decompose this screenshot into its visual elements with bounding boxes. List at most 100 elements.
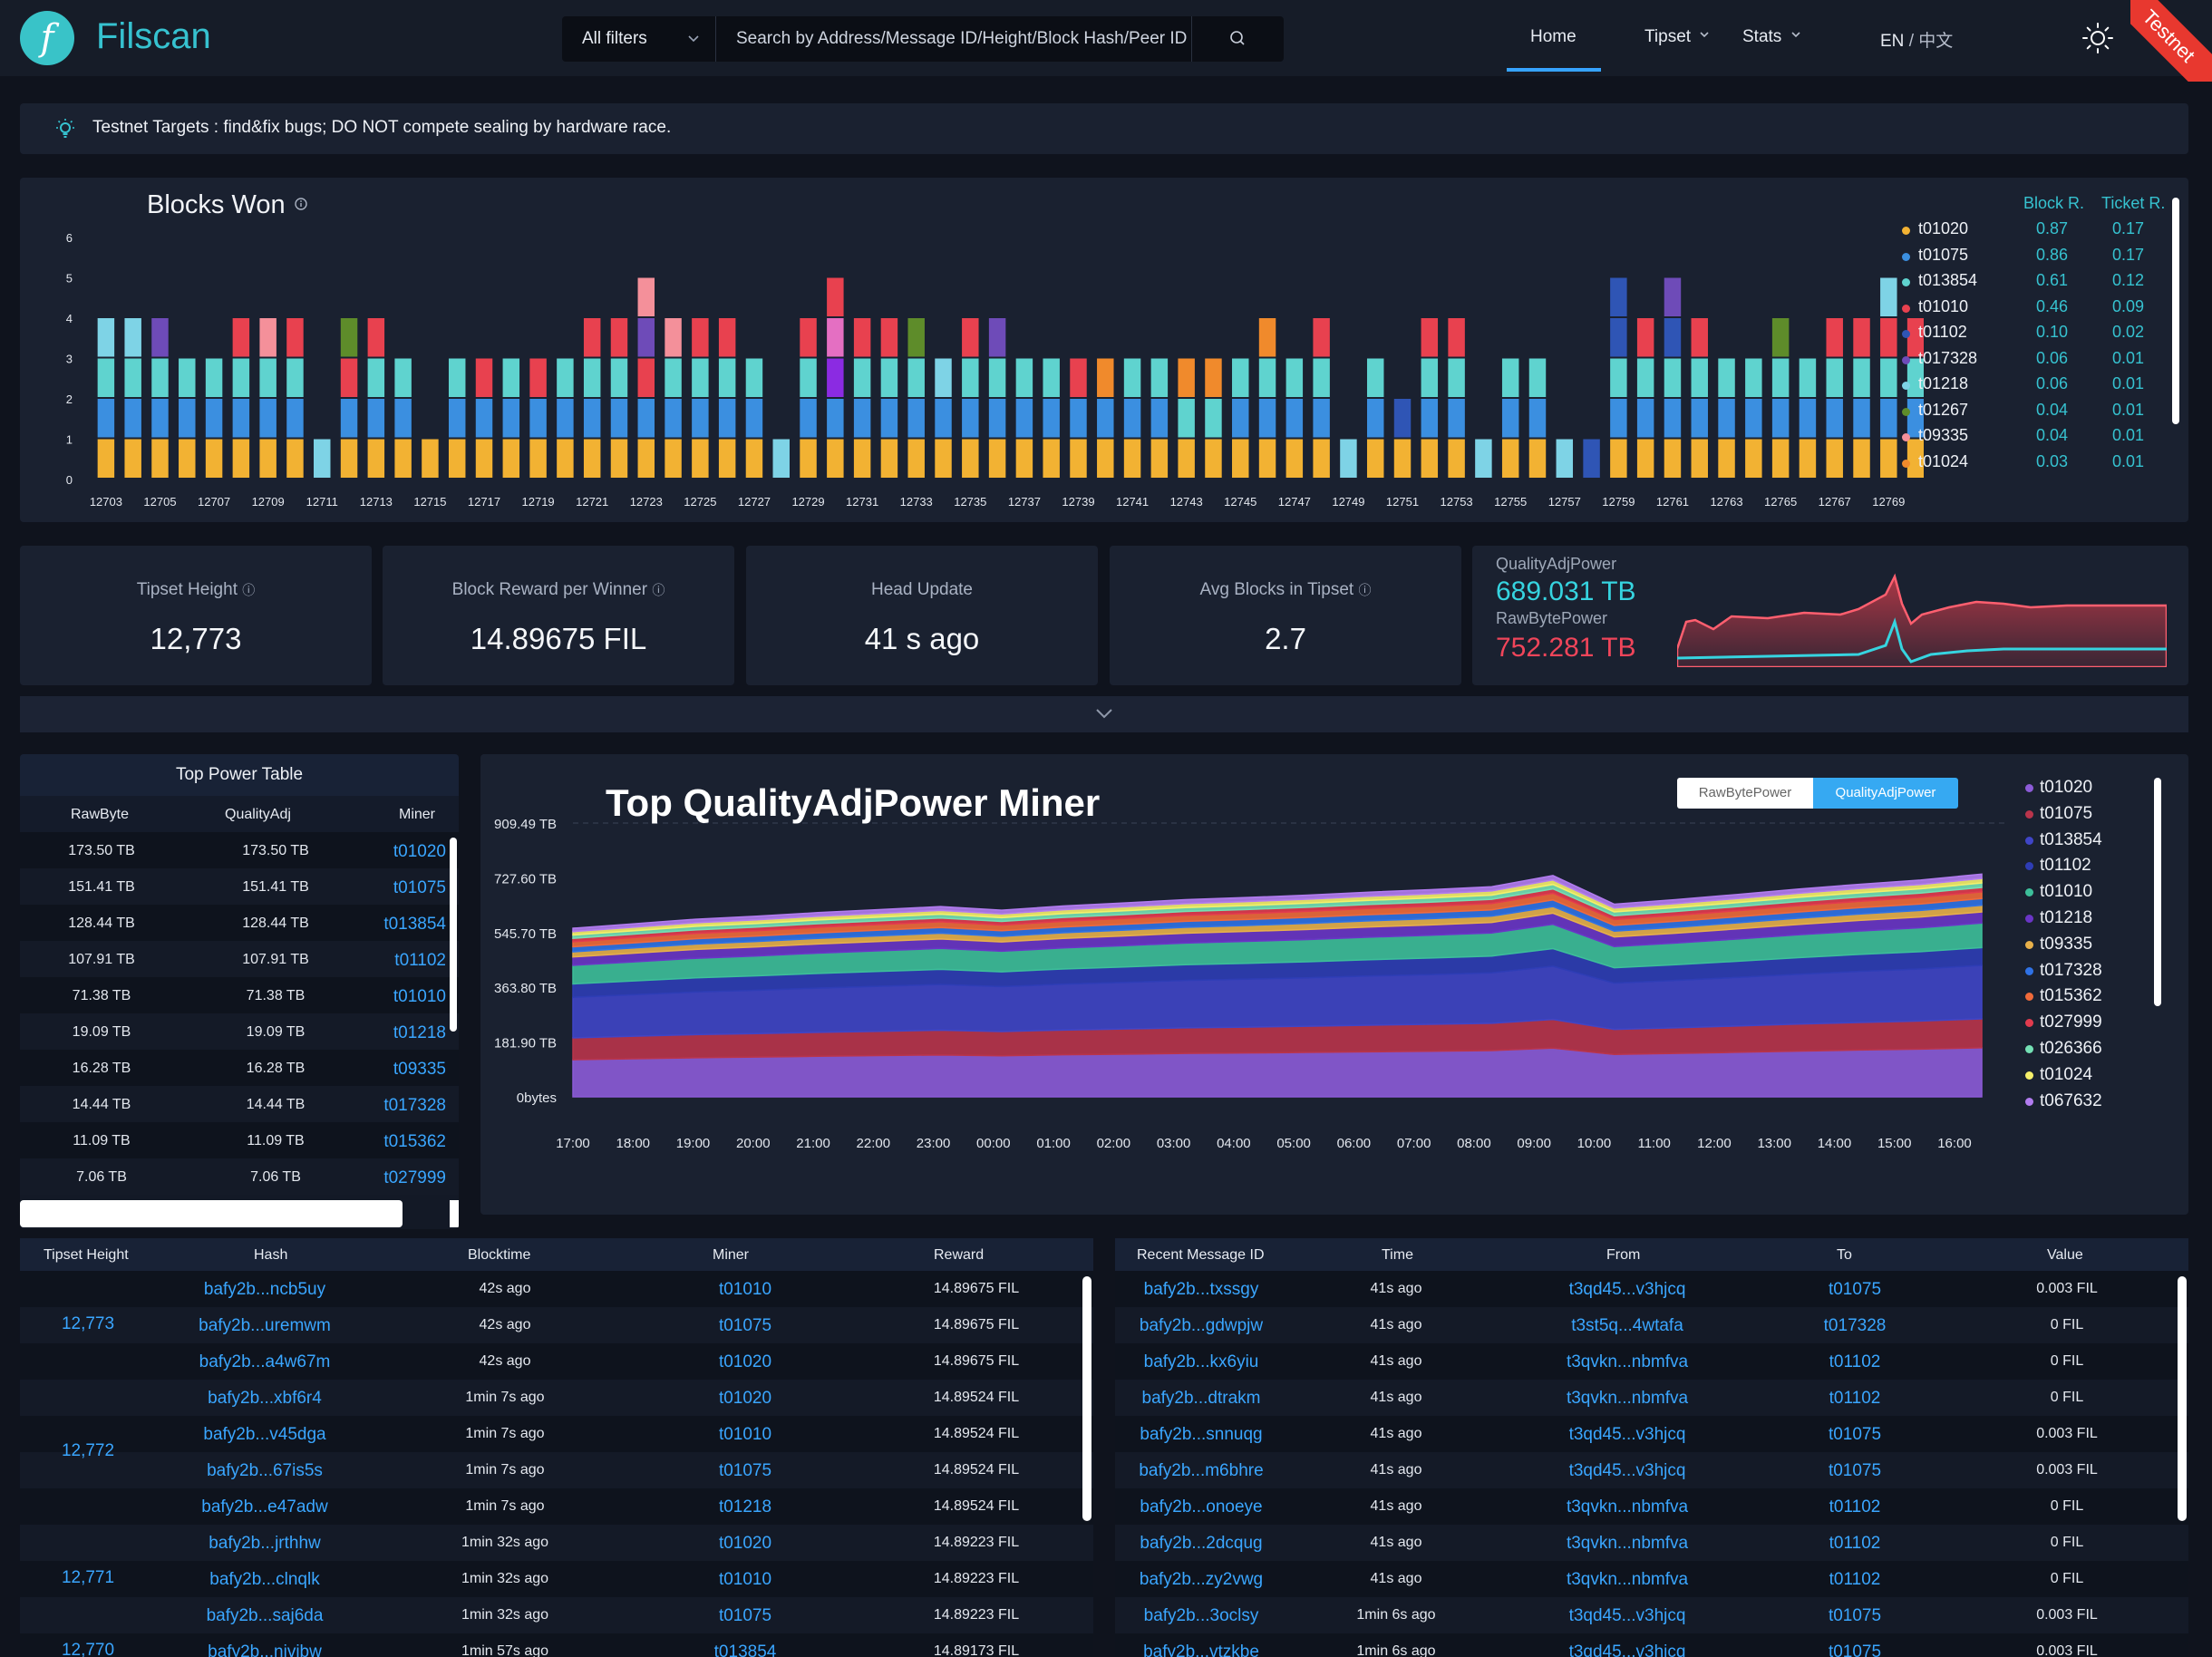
bar-segment[interactable] — [692, 318, 709, 357]
legend-item-t01075[interactable]: t01075 0.86 0.17 — [1902, 246, 2174, 271]
table-scrollbar[interactable] — [1082, 1276, 1091, 1521]
legend-item-t01024[interactable]: t01024 0.03 0.01 — [1902, 452, 2174, 478]
legend-item-t09335[interactable]: t09335 0.04 0.01 — [1902, 426, 2174, 451]
bar-segment[interactable] — [205, 439, 223, 479]
miner-link[interactable]: t01218 — [655, 1497, 836, 1517]
bar-segment[interactable] — [232, 399, 250, 438]
bar-segment[interactable] — [1448, 399, 1465, 438]
bar-segment[interactable] — [1448, 358, 1465, 398]
miner-link[interactable]: t027999 — [383, 1168, 446, 1188]
miner-link[interactable]: t01020 — [393, 842, 446, 862]
bar-segment[interactable] — [1097, 358, 1114, 398]
bar-segment[interactable] — [1366, 358, 1384, 398]
bar-segment[interactable] — [179, 399, 196, 438]
bar-segment[interactable] — [692, 439, 709, 479]
bar-segment[interactable] — [1826, 358, 1843, 398]
bar-segment[interactable] — [151, 439, 169, 479]
bar-segment[interactable] — [1528, 399, 1547, 438]
bar-segment[interactable] — [665, 358, 682, 398]
bar-segment[interactable] — [1448, 318, 1465, 357]
bar-segment[interactable] — [557, 358, 574, 398]
bar-segment[interactable] — [1123, 358, 1141, 398]
bar-segment[interactable] — [1880, 358, 1897, 398]
bar-segment[interactable] — [1043, 439, 1060, 479]
from-address-link[interactable]: t3qd45...v3hjcq — [1532, 1606, 1722, 1626]
language-switch[interactable]: EN / 中文 — [1880, 27, 1953, 52]
table-scrollbar[interactable] — [2178, 1276, 2187, 1521]
bar-segment[interactable] — [1853, 318, 1870, 357]
tipset-height-link[interactable]: 12,770 — [20, 1641, 156, 1657]
bar-segment[interactable] — [1691, 358, 1708, 398]
bar-segment[interactable] — [1178, 439, 1195, 479]
bar-segment[interactable] — [907, 318, 925, 357]
bar-segment[interactable] — [962, 399, 979, 438]
to-address-link[interactable]: t01075 — [1782, 1461, 1927, 1481]
bar-segment[interactable] — [1501, 399, 1519, 438]
from-address-link[interactable]: t3qvkn...nbmfva — [1532, 1534, 1722, 1554]
bar-segment[interactable] — [1664, 358, 1682, 398]
bar-segment[interactable] — [1799, 399, 1817, 438]
miner-link[interactable]: t013854 — [655, 1642, 836, 1657]
bar-segment[interactable] — [1880, 439, 1897, 479]
bar-segment[interactable] — [692, 399, 709, 438]
message-id-link[interactable]: bafy2b...vtzkbe — [1115, 1642, 1287, 1657]
legend-item-t01010[interactable]: t01010 0.46 0.09 — [1902, 297, 2174, 323]
bar-segment[interactable] — [1636, 439, 1654, 479]
bar-segment[interactable] — [179, 439, 196, 479]
bar-segment[interactable] — [475, 399, 493, 438]
from-address-link[interactable]: t3st5q...4wtafa — [1532, 1316, 1722, 1336]
miner-link[interactable]: t01010 — [655, 1425, 836, 1445]
from-address-link[interactable]: t3qvkn...nbmfva — [1532, 1570, 1722, 1590]
bar-segment[interactable] — [1745, 358, 1762, 398]
bar-segment[interactable] — [610, 358, 628, 398]
bar-segment[interactable] — [637, 358, 655, 398]
bar-segment[interactable] — [259, 358, 276, 398]
tipset-height-link[interactable]: 12,771 — [20, 1568, 156, 1588]
bar-segment[interactable] — [610, 439, 628, 479]
bar-segment[interactable] — [1664, 277, 1682, 317]
bar-segment[interactable] — [1501, 358, 1519, 398]
bar-segment[interactable] — [1313, 318, 1330, 357]
message-id-link[interactable]: bafy2b...3oclsy — [1115, 1606, 1287, 1626]
bar-segment[interactable] — [340, 399, 358, 438]
bar-segment[interactable] — [502, 399, 520, 438]
bar-segment[interactable] — [1150, 358, 1169, 398]
bar-segment[interactable] — [448, 358, 466, 398]
bar-segment[interactable] — [475, 358, 493, 398]
bar-segment[interactable] — [745, 439, 763, 479]
table-scrollbar[interactable] — [450, 838, 457, 1032]
bar-segment[interactable] — [1880, 399, 1897, 438]
bar-segment[interactable] — [1718, 439, 1735, 479]
bar-segment[interactable] — [1421, 318, 1439, 357]
logo-text[interactable]: Filscan — [96, 16, 211, 57]
bar-segment[interactable] — [1718, 399, 1735, 438]
bar-segment[interactable] — [1745, 439, 1762, 479]
bar-segment[interactable] — [988, 318, 1006, 357]
legend-scrollbar[interactable] — [2154, 778, 2161, 1006]
bar-segment[interactable] — [665, 439, 682, 479]
bar-segment[interactable] — [935, 439, 952, 479]
bar-segment[interactable] — [394, 358, 412, 398]
bar-segment[interactable] — [286, 358, 304, 398]
bar-segment[interactable] — [1097, 439, 1114, 479]
bar-segment[interactable] — [1664, 399, 1682, 438]
bar-segment[interactable] — [1123, 439, 1141, 479]
miner-link[interactable]: t01020 — [655, 1389, 836, 1409]
message-id-link[interactable]: bafy2b...m6bhre — [1115, 1461, 1287, 1481]
bar-segment[interactable] — [557, 439, 574, 479]
bar-segment[interactable] — [232, 358, 250, 398]
bar-segment[interactable] — [1853, 399, 1870, 438]
bar-segment[interactable] — [1097, 399, 1114, 438]
bar-segment[interactable] — [1205, 358, 1222, 398]
bar-segment[interactable] — [1664, 439, 1682, 479]
nav-home[interactable]: Home — [1530, 27, 1577, 47]
bar-segment[interactable] — [448, 399, 466, 438]
bar-segment[interactable] — [1258, 358, 1276, 398]
from-address-link[interactable]: t3qvkn...nbmfva — [1532, 1352, 1722, 1372]
bar-segment[interactable] — [1826, 399, 1843, 438]
bar-segment[interactable] — [340, 318, 358, 357]
bar-segment[interactable] — [97, 399, 115, 438]
bar-segment[interactable] — [124, 358, 141, 398]
legend-item-t01218[interactable]: t01218 0.06 0.01 — [1902, 374, 2174, 400]
bar-segment[interactable] — [151, 358, 169, 398]
